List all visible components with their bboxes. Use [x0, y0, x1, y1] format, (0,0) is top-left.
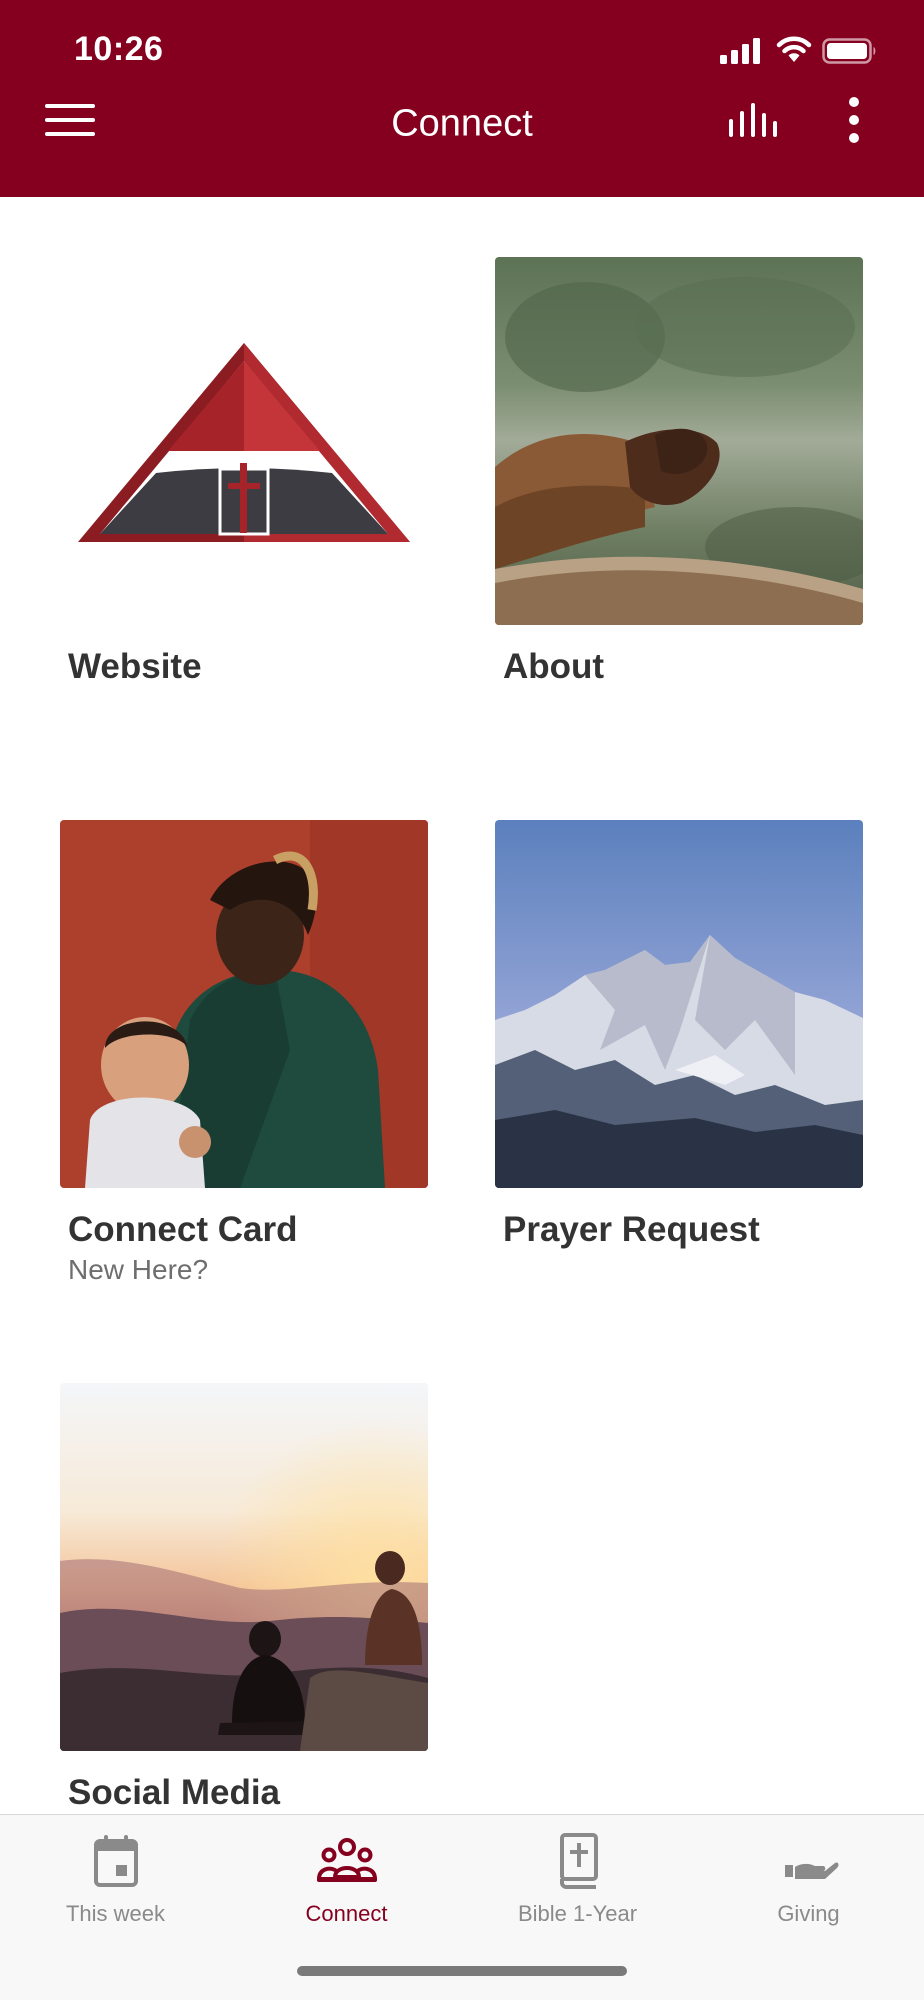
nav-item-bible-1-year[interactable]: Bible 1-Year: [462, 1833, 693, 1943]
audio-levels-icon: [729, 103, 777, 137]
nav-label: Bible 1-Year: [517, 1901, 638, 1926]
battery-icon: [822, 38, 876, 64]
cellular-signal-icon: [720, 38, 760, 64]
tile-about[interactable]: About: [495, 257, 863, 687]
more-vertical-icon: [849, 97, 859, 143]
tile-prayer-request[interactable]: Prayer Request: [495, 820, 863, 1250]
tile-website[interactable]: Website: [60, 257, 428, 687]
tile-title: Connect Card: [68, 1210, 298, 1249]
more-options-button[interactable]: [814, 80, 894, 160]
tile-title: Social Media: [68, 1773, 281, 1812]
nav-label: This week: [65, 1901, 166, 1926]
giving-hand-icon: [784, 1862, 838, 1879]
status-icons: [720, 36, 890, 66]
tile-subtitle: New Here?: [68, 1254, 209, 1285]
home-indicator: [297, 1966, 627, 1976]
father-child-image: [60, 820, 428, 1188]
wifi-icon: [776, 36, 812, 62]
status-time: 10:26: [74, 30, 164, 68]
calendar-icon: [93, 1835, 138, 1887]
nav-label: Connect: [305, 1901, 388, 1926]
nav-item-this-week[interactable]: This week: [0, 1833, 231, 1943]
sunset-hikers-image: [60, 1383, 428, 1751]
audio-button[interactable]: [714, 80, 794, 160]
nav-item-giving[interactable]: Giving: [693, 1833, 924, 1943]
people-group-icon: [316, 1838, 377, 1882]
tile-connect-card[interactable]: Connect Card New Here?: [60, 820, 428, 1286]
tile-title: Website: [68, 647, 202, 686]
app-header: 10:26 Connect: [0, 0, 924, 197]
nav-label: Giving: [777, 1901, 840, 1926]
nav-item-connect[interactable]: Connect: [231, 1833, 462, 1943]
bible-icon: [559, 1833, 598, 1889]
tile-title: About: [503, 647, 605, 686]
tile-social-media[interactable]: Social Media: [60, 1383, 428, 1813]
church-logo: [60, 257, 428, 625]
mountain-image: [495, 820, 863, 1188]
praying-hands-image: [495, 257, 863, 625]
tile-title: Prayer Request: [503, 1210, 760, 1249]
